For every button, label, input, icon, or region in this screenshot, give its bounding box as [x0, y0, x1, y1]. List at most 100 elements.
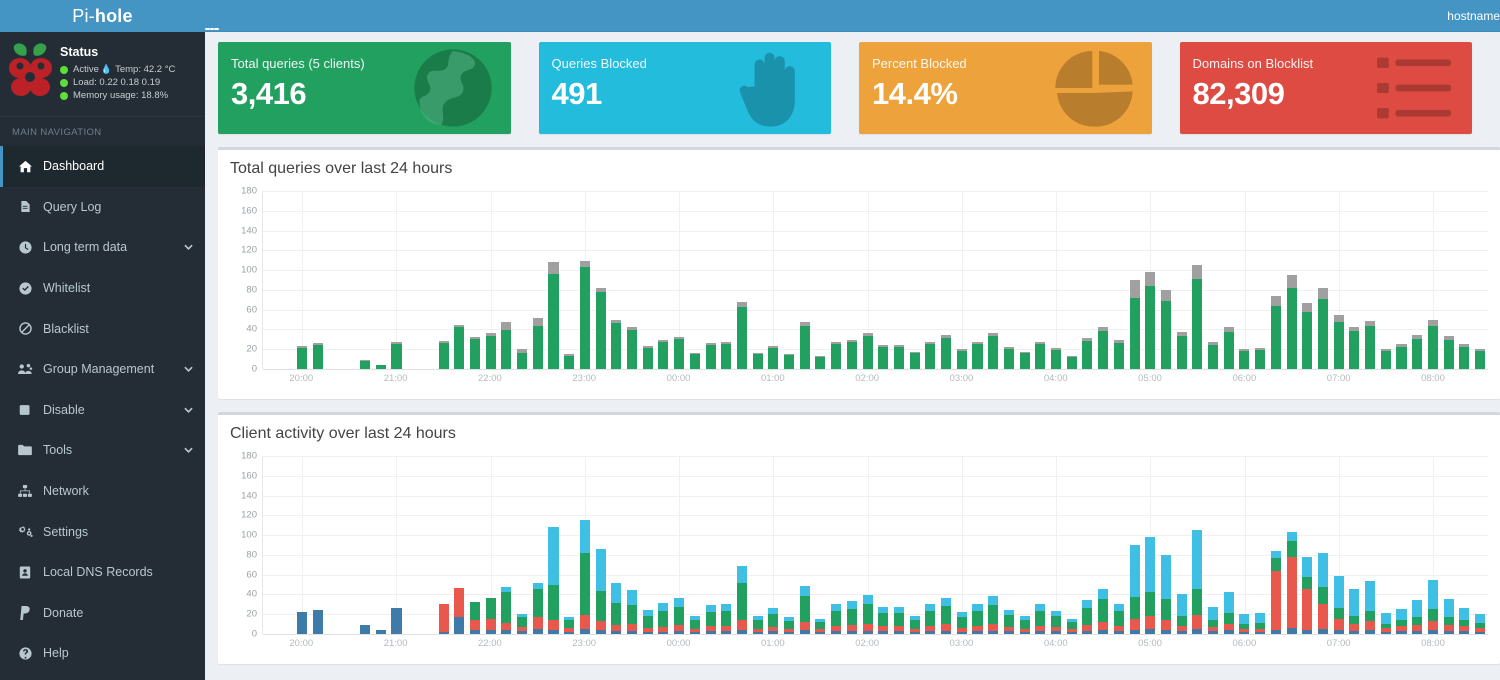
bar-slot[interactable] [310, 191, 326, 369]
bar-slot[interactable] [483, 456, 499, 634]
bar-slot[interactable] [938, 456, 954, 634]
bar-slot[interactable] [938, 191, 954, 369]
bar-slot[interactable] [1315, 191, 1331, 369]
stat-card-domains-on-blocklist[interactable]: Domains on Blocklist 82,309 [1179, 42, 1472, 134]
bar-slot[interactable] [357, 456, 373, 634]
bar-slot[interactable] [514, 456, 530, 634]
bar-slot[interactable] [499, 456, 515, 634]
bar-slot[interactable] [1017, 191, 1033, 369]
bar-slot[interactable] [907, 191, 923, 369]
bar-slot[interactable] [750, 191, 766, 369]
sidebar-item-long-term-data[interactable]: Long term data [0, 227, 205, 268]
sidebar-item-blacklist[interactable]: Blacklist [0, 308, 205, 349]
bar-slot[interactable] [326, 456, 342, 634]
bar-slot[interactable] [1425, 456, 1441, 634]
bar-slot[interactable] [1331, 456, 1347, 634]
bar-slot[interactable] [718, 191, 734, 369]
bar-slot[interactable] [671, 456, 687, 634]
hostname-label[interactable]: hostname [1447, 9, 1500, 23]
bar-slot[interactable] [1064, 456, 1080, 634]
bar-slot[interactable] [1189, 191, 1205, 369]
bar-slot[interactable] [451, 456, 467, 634]
bar-slot[interactable] [1456, 191, 1472, 369]
bar-slot[interactable] [907, 456, 923, 634]
bar-slot[interactable] [1111, 191, 1127, 369]
bar-slot[interactable] [954, 191, 970, 369]
bar-slot[interactable] [1080, 191, 1096, 369]
bar-slot[interactable] [1221, 191, 1237, 369]
bar-slot[interactable] [577, 191, 593, 369]
bar-slot[interactable] [656, 191, 672, 369]
sidebar-item-tools[interactable]: Tools [0, 430, 205, 471]
bar-slot[interactable] [954, 456, 970, 634]
bar-slot[interactable] [781, 191, 797, 369]
bar-slot[interactable] [750, 456, 766, 634]
bar-slot[interactable] [1347, 456, 1363, 634]
bar-slot[interactable] [1252, 191, 1268, 369]
bar-slot[interactable] [1142, 456, 1158, 634]
bar-slot[interactable] [451, 191, 467, 369]
bar-slot[interactable] [294, 191, 310, 369]
bar-slot[interactable] [1158, 191, 1174, 369]
bar-slot[interactable] [577, 456, 593, 634]
bar-slot[interactable] [1315, 456, 1331, 634]
bar-slot[interactable] [404, 456, 420, 634]
bar-slot[interactable] [436, 191, 452, 369]
bar-slot[interactable] [1127, 191, 1143, 369]
bar-slot[interactable] [640, 456, 656, 634]
bar-slot[interactable] [1221, 456, 1237, 634]
bar-slot[interactable] [734, 191, 750, 369]
sidebar-item-group-management[interactable]: Group Management [0, 349, 205, 390]
bar-slot[interactable] [1394, 191, 1410, 369]
bar-slot[interactable] [310, 456, 326, 634]
bar-slot[interactable] [860, 191, 876, 369]
bar-slot[interactable] [844, 456, 860, 634]
bar-slot[interactable] [1189, 456, 1205, 634]
bar-slot[interactable] [1394, 456, 1410, 634]
bar-slot[interactable] [546, 456, 562, 634]
bar-slot[interactable] [499, 191, 515, 369]
bar-slot[interactable] [436, 456, 452, 634]
bar-slot[interactable] [1017, 456, 1033, 634]
bar-slot[interactable] [718, 456, 734, 634]
bar-slot[interactable] [593, 191, 609, 369]
bar-slot[interactable] [1205, 191, 1221, 369]
bar-slot[interactable] [1441, 191, 1457, 369]
bar-slot[interactable] [687, 456, 703, 634]
sidebar-item-donate[interactable]: Donate [0, 593, 205, 634]
bar-slot[interactable] [624, 456, 640, 634]
bar-slot[interactable] [1299, 456, 1315, 634]
bar-slot[interactable] [1001, 191, 1017, 369]
stat-card-percent-blocked[interactable]: Percent Blocked 14.4% [859, 42, 1152, 134]
bar-slot[interactable] [1284, 456, 1300, 634]
bar-slot[interactable] [1284, 191, 1300, 369]
bar-slot[interactable] [734, 456, 750, 634]
bar-slot[interactable] [279, 456, 295, 634]
bar-slot[interactable] [1142, 191, 1158, 369]
bar-slot[interactable] [357, 191, 373, 369]
bar-slot[interactable] [420, 456, 436, 634]
bar-slot[interactable] [514, 191, 530, 369]
bar-slot[interactable] [1205, 456, 1221, 634]
stat-card-total-queries[interactable]: Total queries (5 clients) 3,416 [218, 42, 511, 134]
bar-slot[interactable] [263, 191, 279, 369]
bar-slot[interactable] [640, 191, 656, 369]
bar-slot[interactable] [467, 456, 483, 634]
sidebar-item-settings[interactable]: Settings [0, 511, 205, 552]
bar-slot[interactable] [891, 456, 907, 634]
bar-slot[interactable] [1032, 191, 1048, 369]
bar-slot[interactable] [530, 191, 546, 369]
sidebar-item-network[interactable]: Network [0, 471, 205, 512]
bar-slot[interactable] [703, 456, 719, 634]
bar-slot[interactable] [813, 191, 829, 369]
bar-slot[interactable] [797, 191, 813, 369]
bar-slot[interactable] [875, 191, 891, 369]
bar-slot[interactable] [1252, 456, 1268, 634]
bar-slot[interactable] [766, 456, 782, 634]
bar-slot[interactable] [1032, 456, 1048, 634]
bar-slot[interactable] [844, 191, 860, 369]
bar-slot[interactable] [1299, 191, 1315, 369]
bar-slot[interactable] [483, 191, 499, 369]
bar-slot[interactable] [687, 191, 703, 369]
bar-slot[interactable] [1347, 191, 1363, 369]
